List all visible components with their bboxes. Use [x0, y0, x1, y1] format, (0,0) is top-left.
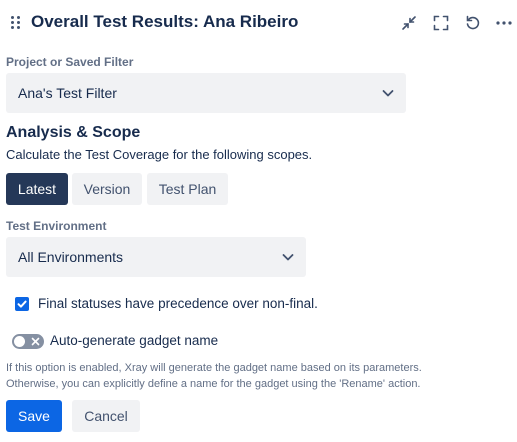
auto-name-toggle[interactable]: [12, 334, 44, 349]
auto-name-help: If this option is enabled, Xray will gen…: [6, 360, 422, 392]
save-button[interactable]: Save: [6, 400, 62, 432]
toggle-knob: [14, 336, 25, 347]
chevron-down-icon: [382, 90, 394, 97]
gadget-header: Overall Test Results: Ana Ribeiro: [0, 0, 517, 46]
drag-handle-icon[interactable]: [11, 16, 21, 30]
cancel-button[interactable]: Cancel: [72, 400, 140, 432]
analysis-description: Calculate the Test Coverage for the foll…: [6, 147, 313, 162]
close-icon: [31, 337, 40, 346]
checkmark-icon: [17, 300, 27, 308]
environment-select[interactable]: All Environments: [6, 237, 306, 277]
refresh-icon[interactable]: [462, 12, 484, 34]
final-statuses-checkbox[interactable]: [15, 297, 29, 311]
environment-value: All Environments: [18, 249, 124, 265]
auto-name-label: Auto-generate gadget name: [50, 333, 219, 348]
gadget-title: Overall Test Results: Ana Ribeiro: [31, 12, 299, 31]
scope-latest-button[interactable]: Latest: [6, 173, 68, 205]
project-filter-select[interactable]: Ana's Test Filter: [6, 73, 406, 113]
scope-version-button[interactable]: Version: [72, 173, 142, 205]
analysis-heading: Analysis & Scope: [6, 124, 141, 141]
help-line-2: Otherwise, you can explicitly define a n…: [6, 378, 421, 390]
help-line-1: If this option is enabled, Xray will gen…: [6, 362, 422, 374]
chevron-down-icon: [282, 254, 294, 261]
environment-label: Test Environment: [6, 219, 107, 233]
minimize-icon[interactable]: [398, 12, 420, 34]
project-filter-label: Project or Saved Filter: [6, 55, 134, 69]
scope-test-plan-button[interactable]: Test Plan: [147, 173, 228, 205]
project-filter-value: Ana's Test Filter: [18, 85, 117, 101]
more-icon[interactable]: [493, 12, 515, 34]
fullscreen-icon[interactable]: [430, 12, 452, 34]
final-statuses-label: Final statuses have precedence over non-…: [38, 296, 318, 311]
